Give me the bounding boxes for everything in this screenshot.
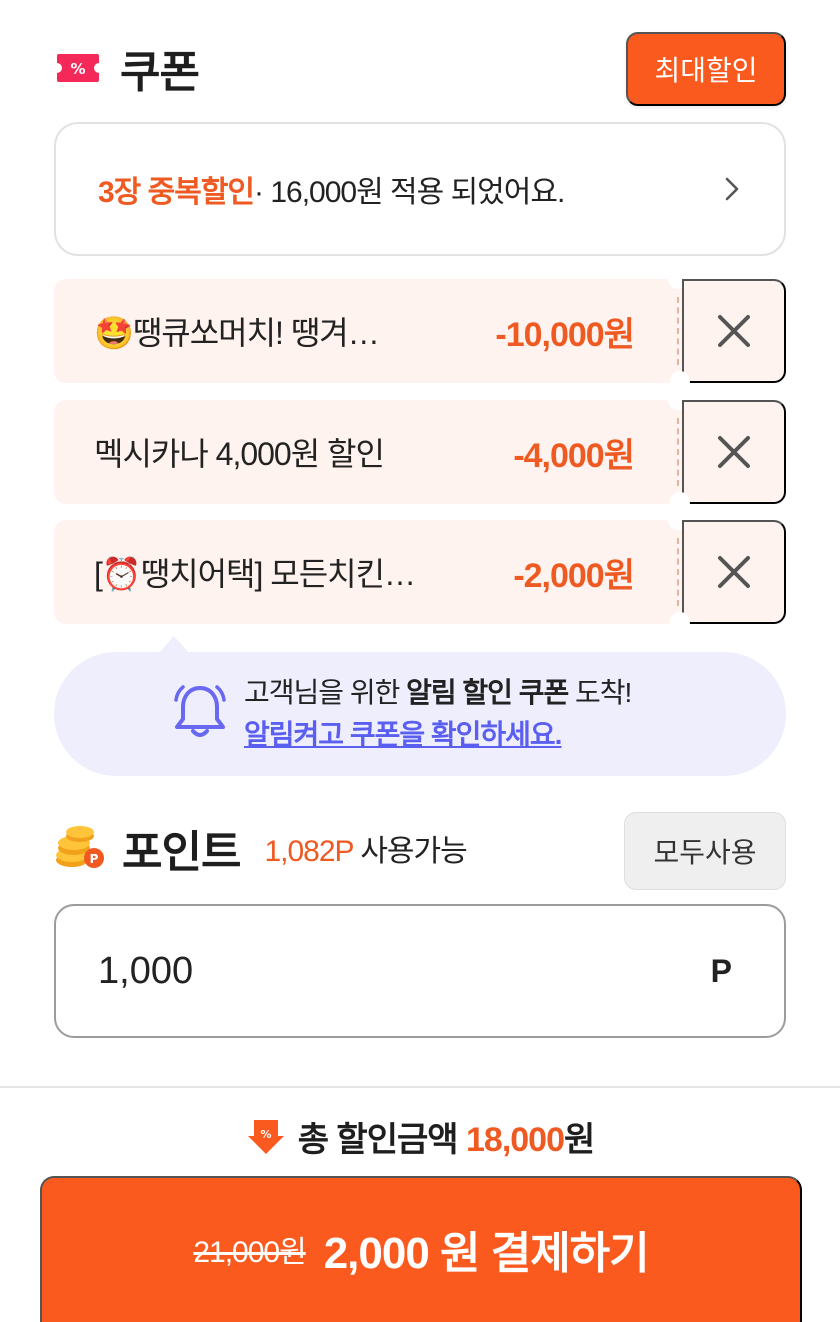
notification-coupon-banner[interactable]: 고객님을 위한 알림 할인 쿠폰 도착! 알림켜고 쿠폰을 확인하세요. (54, 636, 786, 776)
notice-prefix: 고객님을 위한 (244, 677, 407, 708)
notice-line: 고객님을 위한 알림 할인 쿠폰 도착! (244, 672, 632, 714)
coupon-item-body: [⏰땡치어택] 모든치킨… -2,000원 (54, 520, 674, 624)
original-price: 21,000원 (193, 1236, 306, 1269)
coupon-title: 쿠폰 (120, 48, 200, 97)
discount-down-arrow-icon: % (247, 1120, 284, 1154)
coupon-item-body: 🤩땡큐쏘머치! 땡겨… -10,000원 (54, 279, 674, 383)
total-discount: % 총 할인금액 18,000원 (0, 1110, 840, 1162)
applied-coupon-detail: · 16,000원 적용 되었어요. (254, 176, 565, 209)
bell-icon (174, 685, 226, 737)
total-discount-text: 총 할인금액 18,000원 (297, 1112, 596, 1161)
coupon-header: % 쿠폰 (54, 40, 200, 97)
total-discount-amount: 18,000 (466, 1120, 565, 1159)
total-discount-label: 총 할인금액 (297, 1120, 466, 1159)
remove-coupon-button[interactable] (670, 520, 786, 632)
coupon-item: 멕시카나 4,000원 할인 -4,000원 (54, 390, 786, 512)
point-available-amount: 1,082P (264, 835, 354, 868)
coupon-ticket-icon: % (54, 52, 102, 84)
close-icon (718, 315, 750, 347)
remove-coupon-button[interactable] (670, 400, 786, 512)
notice-suffix: 도착! (568, 677, 632, 708)
point-unit: P (710, 952, 732, 989)
coupon-item: 🤩땡큐쏘머치! 땡겨… -10,000원 (54, 269, 786, 391)
point-available: 1,082P 사용가능 (264, 826, 467, 870)
pay-button[interactable]: 21,000원 2,000 원 결제하기 (40, 1176, 802, 1322)
max-discount-button[interactable]: 최대할인 (626, 32, 786, 106)
divider (0, 1086, 840, 1088)
svg-text:P: P (90, 852, 99, 866)
coupon-item-name: 멕시카나 4,000원 할인 (94, 436, 385, 472)
enable-notification-link[interactable]: 알림켜고 쿠폰을 확인하세요. (244, 714, 631, 756)
point-input-box: P (54, 904, 786, 1038)
applied-coupon-count: 3장 중복할인 (98, 176, 255, 209)
coupon-item-amount: -10,000원 (495, 315, 635, 354)
close-icon (718, 556, 750, 588)
point-header: P 포인트 1,082P 사용가능 (54, 818, 468, 878)
applied-coupon-text: 3장 중복할인· 16,000원 적용 되었어요. (98, 167, 722, 211)
notice-bold: 알림 할인 쿠폰 (406, 677, 569, 708)
applied-coupon-summary[interactable]: 3장 중복할인· 16,000원 적용 되었어요. (54, 122, 786, 256)
use-all-points-button[interactable]: 모두사용 (624, 812, 786, 890)
point-title: 포인트 (122, 828, 241, 877)
point-available-label: 사용가능 (353, 835, 467, 868)
remove-coupon-button[interactable] (670, 279, 786, 391)
point-input[interactable] (98, 949, 711, 993)
notice-text: 고객님을 위한 알림 할인 쿠폰 도착! 알림켜고 쿠폰을 확인하세요. (244, 672, 632, 756)
banner-tail (158, 636, 190, 654)
total-discount-currency: 원 (564, 1120, 595, 1159)
coupon-divider (668, 269, 688, 383)
coupon-item-amount: -4,000원 (513, 436, 635, 475)
close-icon (718, 436, 750, 468)
coupon-item: [⏰땡치어택] 모든치킨… -2,000원 (54, 510, 786, 632)
coins-icon: P (56, 826, 104, 868)
pay-button-label: 2,000 원 결제하기 (323, 1229, 650, 1278)
coupon-item-name: [⏰땡치어택] 모든치킨… (94, 556, 416, 592)
coupon-item-amount: -2,000원 (513, 556, 635, 595)
chevron-right-icon (725, 177, 739, 201)
svg-text:%: % (70, 60, 85, 78)
coupon-item-name: 🤩땡큐쏘머치! 땡겨… (94, 315, 380, 351)
coupon-divider (668, 390, 688, 504)
coupon-divider (668, 510, 688, 624)
coupon-item-body: 멕시카나 4,000원 할인 -4,000원 (54, 400, 674, 504)
svg-text:%: % (260, 1128, 271, 1141)
